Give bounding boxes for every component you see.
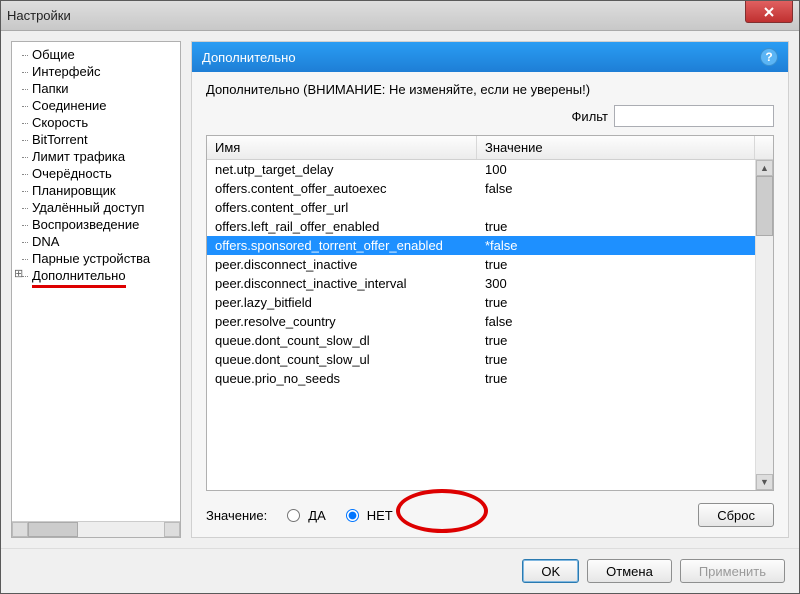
sidebar-item[interactable]: Удалённый доступ (14, 199, 178, 216)
cell-name: net.utp_target_delay (207, 161, 477, 178)
sidebar-item[interactable]: Папки (14, 80, 178, 97)
cell-value: 100 (477, 161, 755, 178)
sidebar-item[interactable]: Парные устройства (14, 250, 178, 267)
cell-name: offers.sponsored_torrent_offer_enabled (207, 237, 477, 254)
radio-no-input[interactable] (346, 509, 359, 522)
cell-value: true (477, 351, 755, 368)
table-row[interactable]: queue.prio_no_seedstrue (207, 369, 755, 388)
sidebar-hscrollbar[interactable] (12, 521, 180, 537)
scroll-track[interactable] (28, 522, 164, 537)
cell-name: offers.content_offer_url (207, 199, 477, 216)
sidebar-item[interactable]: Интерфейс (14, 63, 178, 80)
radio-no[interactable]: НЕТ (346, 508, 393, 523)
cell-value: true (477, 332, 755, 349)
cell-value: 300 (477, 275, 755, 292)
panel-header: Дополнительно ? (192, 42, 788, 72)
sidebar-item[interactable]: Скорость (14, 114, 178, 131)
help-icon[interactable]: ? (760, 48, 778, 66)
table-header: Имя Значение (207, 136, 773, 160)
sidebar-item[interactable]: Дополнительно (32, 267, 126, 288)
scroll-down-button[interactable]: ▼ (756, 474, 773, 490)
table-row[interactable]: net.utp_target_delay100 (207, 160, 755, 179)
apply-button[interactable]: Применить (680, 559, 785, 583)
titlebar[interactable]: Настройки (1, 1, 799, 31)
panel-body: Дополнительно (ВНИМАНИЕ: Не изменяйте, е… (192, 72, 788, 537)
table-row[interactable]: peer.lazy_bitfieldtrue (207, 293, 755, 312)
settings-table: Имя Значение net.utp_target_delay100offe… (206, 135, 774, 491)
table-row[interactable]: offers.left_rail_offer_enabledtrue (207, 217, 755, 236)
sidebar-item[interactable]: Планировщик (14, 182, 178, 199)
column-header-value[interactable]: Значение (477, 136, 755, 159)
main-panel: Дополнительно ? Дополнительно (ВНИМАНИЕ:… (191, 41, 789, 538)
cell-value: true (477, 256, 755, 273)
cell-value (477, 199, 755, 216)
cell-name: offers.left_rail_offer_enabled (207, 218, 477, 235)
category-tree[interactable]: ОбщиеИнтерфейсПапкиСоединениеСкоростьBit… (12, 42, 180, 521)
table-row[interactable]: peer.disconnect_inactive_interval300 (207, 274, 755, 293)
reset-button[interactable]: Сброс (698, 503, 774, 527)
radio-yes[interactable]: ДА (287, 508, 325, 523)
window-title: Настройки (7, 8, 71, 23)
close-button[interactable] (745, 1, 793, 23)
cell-value: *false (477, 237, 755, 254)
scroll-left-button[interactable] (12, 522, 28, 537)
cell-name: peer.disconnect_inactive_interval (207, 275, 477, 292)
value-label: Значение: (206, 508, 267, 523)
column-header-name[interactable]: Имя (207, 136, 477, 159)
table-row[interactable]: queue.dont_count_slow_dltrue (207, 331, 755, 350)
cancel-button[interactable]: Отмена (587, 559, 672, 583)
settings-window: Настройки ОбщиеИнтерфейсПапкиСоединениеС… (0, 0, 800, 594)
column-header-scroll (755, 136, 773, 159)
cell-value: false (477, 313, 755, 330)
close-icon (763, 7, 775, 17)
cell-name: peer.resolve_country (207, 313, 477, 330)
sidebar-item[interactable]: DNA (14, 233, 178, 250)
value-editor-row: Значение: ДА НЕТ Сброс (206, 499, 774, 527)
panel-title: Дополнительно (202, 50, 296, 65)
radio-yes-input[interactable] (287, 509, 300, 522)
cell-name: offers.content_offer_autoexec (207, 180, 477, 197)
cell-name: peer.lazy_bitfield (207, 294, 477, 311)
filter-label: Фильт (572, 109, 608, 124)
dialog-body: ОбщиеИнтерфейсПапкиСоединениеСкоростьBit… (1, 31, 799, 548)
scroll-right-button[interactable] (164, 522, 180, 537)
filter-row: Фильт (206, 105, 774, 127)
table-row[interactable]: offers.content_offer_url (207, 198, 755, 217)
sidebar-item[interactable]: Лимит трафика (14, 148, 178, 165)
warning-text: Дополнительно (ВНИМАНИЕ: Не изменяйте, е… (206, 82, 774, 97)
cell-name: queue.prio_no_seeds (207, 370, 477, 387)
sidebar-item[interactable]: Очерёдность (14, 165, 178, 182)
table-row[interactable]: queue.dont_count_slow_ultrue (207, 350, 755, 369)
sidebar-item[interactable]: Воспроизведение (14, 216, 178, 233)
cell-value: true (477, 218, 755, 235)
scroll-thumb[interactable] (756, 176, 773, 236)
cell-name: queue.dont_count_slow_ul (207, 351, 477, 368)
radio-yes-label: ДА (308, 508, 325, 523)
table-body: net.utp_target_delay100offers.content_of… (207, 160, 773, 490)
table-vscrollbar[interactable]: ▲ ▼ (755, 160, 773, 490)
cell-value: true (477, 370, 755, 387)
table-row[interactable]: offers.sponsored_torrent_offer_enabled*f… (207, 236, 755, 255)
annotation-ellipse (396, 489, 488, 533)
category-sidebar: ОбщиеИнтерфейсПапкиСоединениеСкоростьBit… (11, 41, 181, 538)
sidebar-item[interactable]: Общие (14, 46, 178, 63)
table-row[interactable]: offers.content_offer_autoexecfalse (207, 179, 755, 198)
cell-name: queue.dont_count_slow_dl (207, 332, 477, 349)
scroll-up-button[interactable]: ▲ (756, 160, 773, 176)
scroll-track[interactable] (756, 176, 773, 474)
cell-name: peer.disconnect_inactive (207, 256, 477, 273)
table-row[interactable]: peer.disconnect_inactivetrue (207, 255, 755, 274)
ok-button[interactable]: OK (522, 559, 579, 583)
table-row[interactable]: peer.resolve_countryfalse (207, 312, 755, 331)
radio-no-label: НЕТ (367, 508, 393, 523)
sidebar-item[interactable]: BitTorrent (14, 131, 178, 148)
cell-value: true (477, 294, 755, 311)
filter-input[interactable] (614, 105, 774, 127)
cell-value: false (477, 180, 755, 197)
sidebar-item[interactable]: Соединение (14, 97, 178, 114)
dialog-footer: OK Отмена Применить (1, 548, 799, 593)
scroll-thumb[interactable] (28, 522, 78, 537)
